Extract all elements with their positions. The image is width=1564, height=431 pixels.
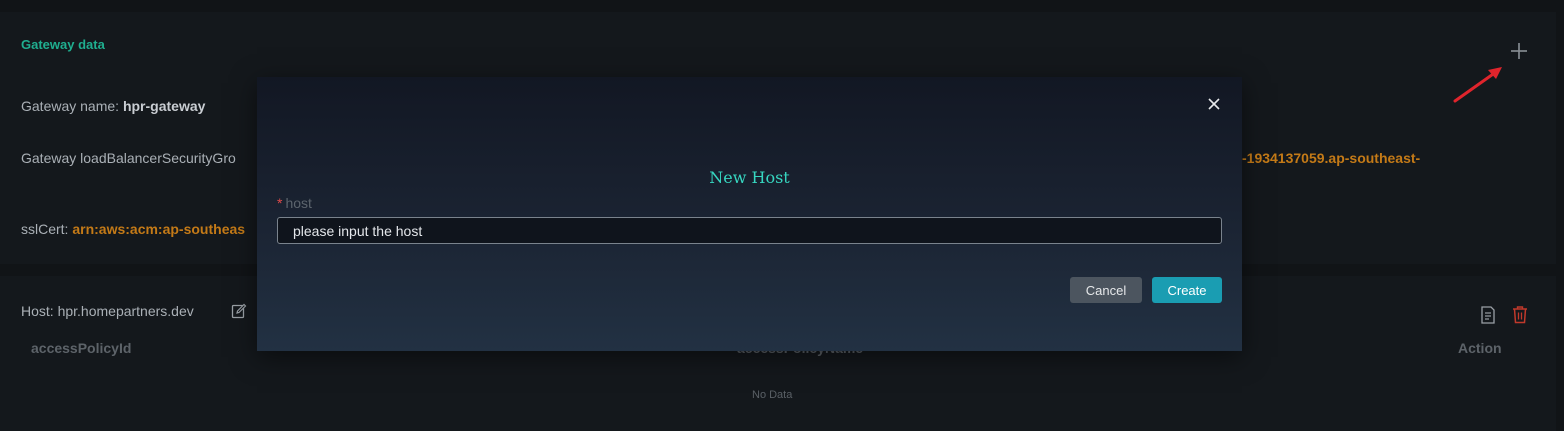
close-icon[interactable] xyxy=(1207,97,1221,111)
gateway-lb-value: -1934137059.ap-southeast- xyxy=(1242,150,1421,166)
document-icon[interactable] xyxy=(1480,306,1496,324)
gateway-name-row: Gateway name: hpr-gateway xyxy=(21,98,205,114)
gateway-name-value: hpr-gateway xyxy=(122,98,206,114)
ssl-cert-row: sslCert: arn:aws:acm:ap-southeas xyxy=(21,221,245,237)
gateway-lb-row: Gateway loadBalancerSecurityGro xyxy=(21,150,236,166)
empty-table-message: No Data xyxy=(752,389,793,401)
cancel-button[interactable]: Cancel xyxy=(1070,277,1142,303)
red-arrow-annotation xyxy=(1453,67,1502,103)
host-title: Host: hpr.homepartners.dev xyxy=(21,303,194,319)
new-host-modal: New Host *host Cancel Create xyxy=(257,77,1242,351)
trash-icon[interactable] xyxy=(1511,305,1529,324)
column-header-access-policy-id: accessPolicyId xyxy=(31,340,132,356)
gateway-lb-label: Gateway loadBalancerSecurityGro xyxy=(21,150,236,166)
host-input[interactable] xyxy=(277,217,1222,244)
create-button[interactable]: Create xyxy=(1152,277,1222,303)
edit-icon[interactable] xyxy=(231,303,247,319)
ssl-cert-label: sslCert: xyxy=(21,221,73,237)
host-field-label: * host xyxy=(277,195,312,211)
ssl-cert-value: arn:aws:acm:ap-southeas xyxy=(72,221,246,237)
plus-icon[interactable] xyxy=(1508,40,1530,62)
modal-title: New Host xyxy=(709,168,790,187)
column-header-action: Action xyxy=(1458,340,1502,356)
gateway-section-title: Gateway data xyxy=(21,37,105,52)
host-field-label-text: host xyxy=(285,195,312,211)
gateway-name-label: Gateway name: xyxy=(21,98,123,114)
